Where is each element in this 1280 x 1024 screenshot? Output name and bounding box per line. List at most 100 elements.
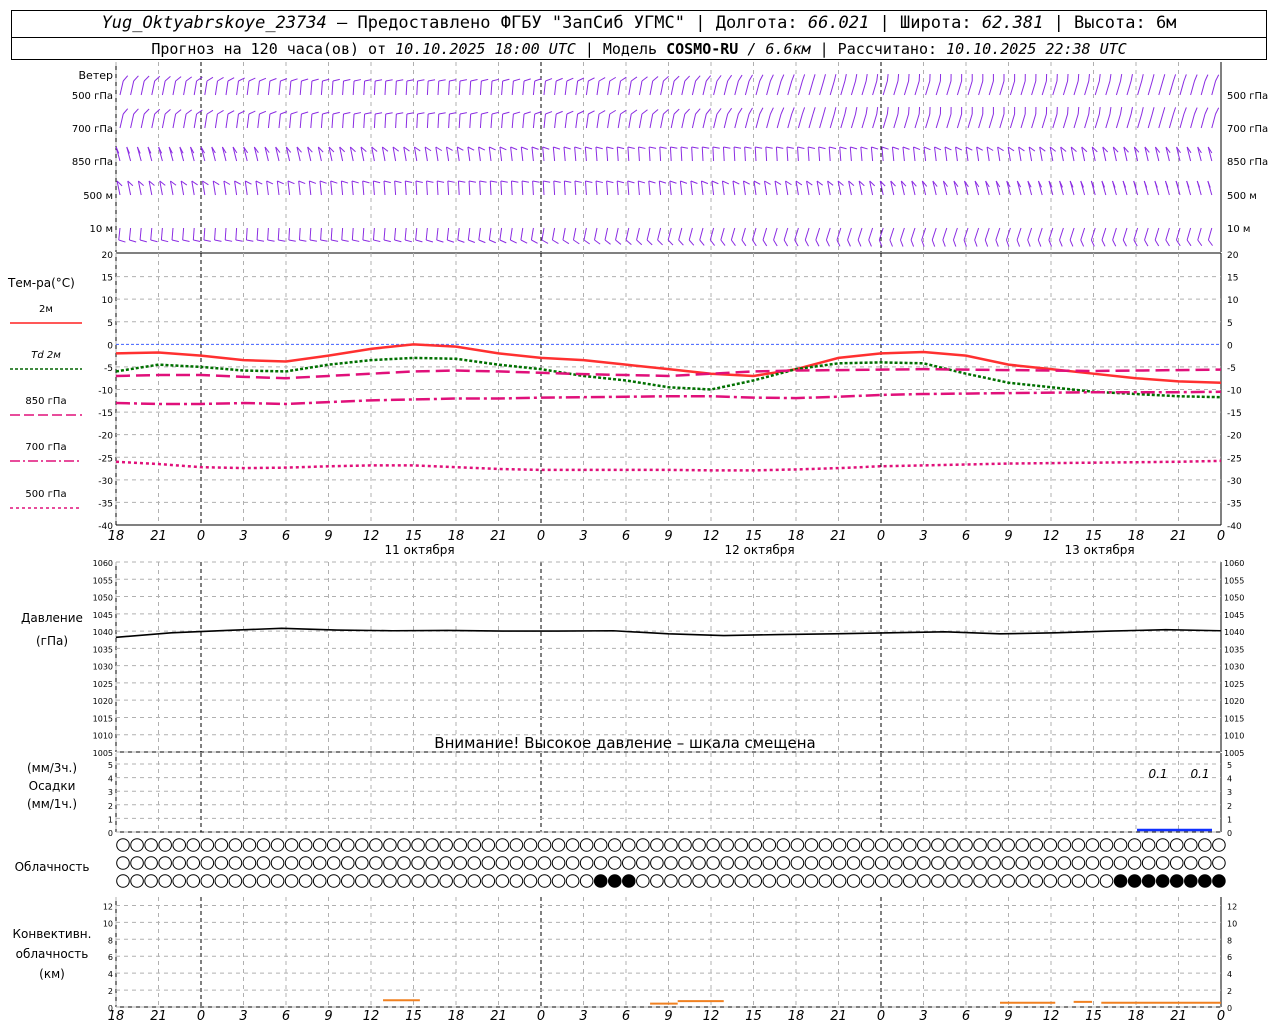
cloud-cover-circle <box>1029 874 1044 888</box>
wind-barb-staff <box>130 80 135 96</box>
cloud-cover-circle <box>860 838 875 852</box>
pressure-ytick-right: 1010 <box>1224 732 1244 741</box>
cloud-cover-circle <box>846 874 861 888</box>
wind-barb <box>118 227 126 243</box>
hour-tick-label: 6 <box>622 529 630 544</box>
cloud-cover-circle <box>172 874 186 888</box>
wind-barb-flag <box>255 180 263 185</box>
wind-barb-staff <box>1200 113 1206 129</box>
cloud-cover-circle <box>1141 874 1156 888</box>
precip-ytick: 3 <box>108 788 113 797</box>
wind-barb-flag <box>499 146 507 151</box>
wind-barb <box>607 76 617 96</box>
wind-barb-flag <box>301 111 309 115</box>
wind-barb-flag <box>437 180 445 183</box>
cloud-cover-circle <box>832 874 847 888</box>
wind-barb-staff <box>755 113 761 129</box>
wind-barb-flag <box>609 76 617 82</box>
wind-barb-staff <box>967 113 973 129</box>
wind-barb-staff <box>1031 80 1037 96</box>
wind-barb-flag <box>553 180 561 183</box>
wind-barb <box>848 180 855 196</box>
wind-barb-staff <box>764 180 768 196</box>
wind-barb <box>552 146 561 162</box>
wind-barb-staff <box>900 227 905 241</box>
cloud-cover-circle <box>341 874 355 888</box>
wind-barb <box>742 180 750 196</box>
wind-barb-staff <box>479 80 482 96</box>
wind-barb <box>1143 180 1149 196</box>
pressure-ytick: 1035 <box>93 645 113 654</box>
wind-barb-staff <box>861 80 867 96</box>
wind-barb <box>1211 74 1220 96</box>
wind-barb-staff <box>659 146 662 162</box>
wind-barb-flag <box>804 239 809 247</box>
wind-barb-flag <box>154 108 161 115</box>
wind-barb-flag <box>470 112 478 115</box>
wind-barb <box>267 111 277 129</box>
cloud-cover-circle <box>734 874 749 888</box>
wind-barb-flag <box>752 239 757 247</box>
precip-ytick: 1 <box>108 815 113 824</box>
cloud-cover-circle <box>593 838 608 852</box>
cloud-cover-circle <box>256 856 271 870</box>
cloud-cover-circle <box>186 856 201 870</box>
hour-tick-label-bottom: 15 <box>405 1009 422 1024</box>
wind-barb-flag <box>364 79 372 82</box>
wind-barb-staff <box>563 146 566 162</box>
hour-tick-label-bottom: 0 <box>877 1009 885 1024</box>
conv-ytick-right: 0 <box>1227 1004 1232 1013</box>
wind-barb-staff <box>403 146 407 162</box>
precip-ytick-right: 2 <box>1227 802 1232 811</box>
cloud-cover-circle <box>818 874 833 888</box>
wind-barb <box>532 78 542 96</box>
wind-barb <box>1186 146 1192 162</box>
wind-barb <box>436 227 444 243</box>
wind-barb <box>564 110 574 129</box>
wind-barb-staff <box>648 146 651 162</box>
wind-barb-staff <box>607 113 611 129</box>
wind-barb <box>872 73 879 96</box>
wind-barb-staff <box>1041 113 1047 129</box>
conv-ytick-right: 2 <box>1227 987 1232 996</box>
wind-barb-staff <box>828 146 831 162</box>
temp-ytick: 15 <box>102 274 113 284</box>
pressure-ytick-right: 1055 <box>1224 576 1244 585</box>
wind-barb-flag <box>521 180 530 183</box>
cloud-cover-circle <box>326 838 341 852</box>
conv-title: Конвективн. <box>13 927 92 941</box>
cloud-cover-circle <box>1184 856 1198 870</box>
wind-barb <box>140 75 150 96</box>
wind-barb-flag <box>521 146 529 150</box>
wind-barb-flag <box>1088 73 1090 82</box>
wind-barb <box>733 146 742 162</box>
wind-barb <box>850 107 858 129</box>
wind-barb-staff <box>1126 113 1132 129</box>
wind-barb <box>543 78 553 96</box>
wind-barb-staff <box>509 227 513 241</box>
temp-title: Тем-ра(°C) <box>7 276 75 290</box>
cloud-cover-circle <box>945 838 959 852</box>
cloud-cover-circle <box>326 874 341 888</box>
wind-barb-staff <box>289 80 292 96</box>
wind-barb-staff <box>267 113 271 129</box>
cloud-cover-circle <box>1113 856 1128 870</box>
wind-barb <box>741 227 747 247</box>
wind-barb <box>426 180 434 196</box>
cloud-cover-circle <box>748 874 763 888</box>
wind-barb-staff <box>1020 80 1026 96</box>
wind-barb-flag <box>555 110 563 115</box>
wind-barb-staff <box>457 180 460 196</box>
wind-barb <box>1158 107 1166 129</box>
wind-barb <box>373 79 383 96</box>
wind-barb-flag <box>667 239 674 246</box>
cloud-cover-circle <box>397 856 411 870</box>
cloud-cover-circle <box>453 838 468 852</box>
wind-barb-staff <box>860 146 863 162</box>
wind-barb-staff <box>554 80 557 96</box>
wind-barb-staff <box>404 227 407 241</box>
wind-barb-flag <box>566 110 574 115</box>
wind-barb-flag <box>290 78 298 82</box>
wind-barb-staff <box>914 113 920 129</box>
wind-barb-staff <box>870 146 874 162</box>
